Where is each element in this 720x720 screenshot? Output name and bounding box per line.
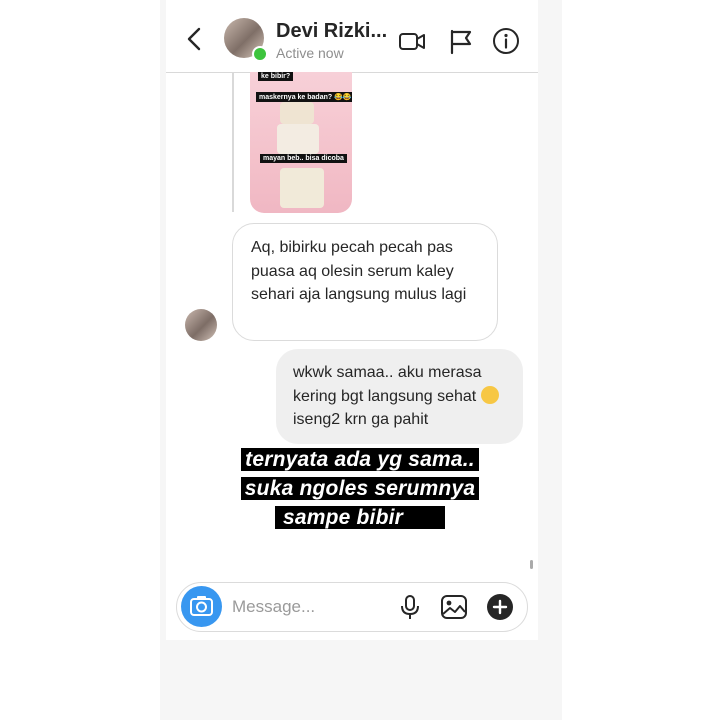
message-input[interactable]: Message...: [232, 597, 315, 617]
info-icon[interactable]: [491, 26, 521, 56]
story-tag: maskernya ke badan? 😂😂: [256, 92, 352, 102]
message-text: wkwk samaa.. aku merasa kering bgt langs…: [293, 361, 515, 432]
rofl-emoji: [480, 385, 499, 404]
chat-header: Devi Rizki... Active now: [166, 8, 538, 73]
story-tag: mayan beb.. bisa dicoba: [260, 154, 347, 163]
sender-avatar[interactable]: [185, 309, 217, 341]
rofl-emoji: [413, 509, 440, 527]
camera-button[interactable]: [181, 586, 222, 627]
shared-story-photo[interactable]: ke bibir? maskernya ke badan? 😂😂 mayan b…: [250, 72, 352, 213]
video-call-icon[interactable]: [397, 26, 427, 56]
gallery-icon[interactable]: [440, 593, 468, 621]
reply-indicator-line: [232, 72, 234, 212]
outgoing-message[interactable]: wkwk samaa.. aku merasa kering bgt langs…: [276, 349, 523, 444]
back-icon[interactable]: [184, 26, 206, 52]
product-jar: [280, 168, 324, 208]
incoming-message[interactable]: Aq, bibirku pecah pecah pas puasa aq ole…: [232, 223, 498, 341]
product-jar: [277, 124, 319, 154]
story-caption-line: suka ngoles serumnya: [0, 476, 720, 502]
story-caption-line: sampe bibir: [0, 505, 720, 531]
story-tag: ke bibir?: [258, 72, 294, 81]
message-composer: Message...: [176, 582, 528, 632]
flag-icon[interactable]: [446, 26, 476, 56]
scrollbar[interactable]: [530, 560, 533, 569]
camera-icon: [190, 596, 213, 616]
message-text: Aq, bibirku pecah pecah pas puasa aq ole…: [251, 239, 467, 303]
contact-name[interactable]: Devi Rizki...: [276, 20, 387, 43]
add-icon[interactable]: [486, 593, 514, 621]
microphone-icon[interactable]: [396, 593, 424, 621]
online-indicator: [252, 46, 268, 62]
story-caption-line: ternyata ada yg sama..: [0, 447, 720, 473]
presence-status: Active now: [276, 45, 344, 61]
product-jar: [280, 102, 314, 124]
